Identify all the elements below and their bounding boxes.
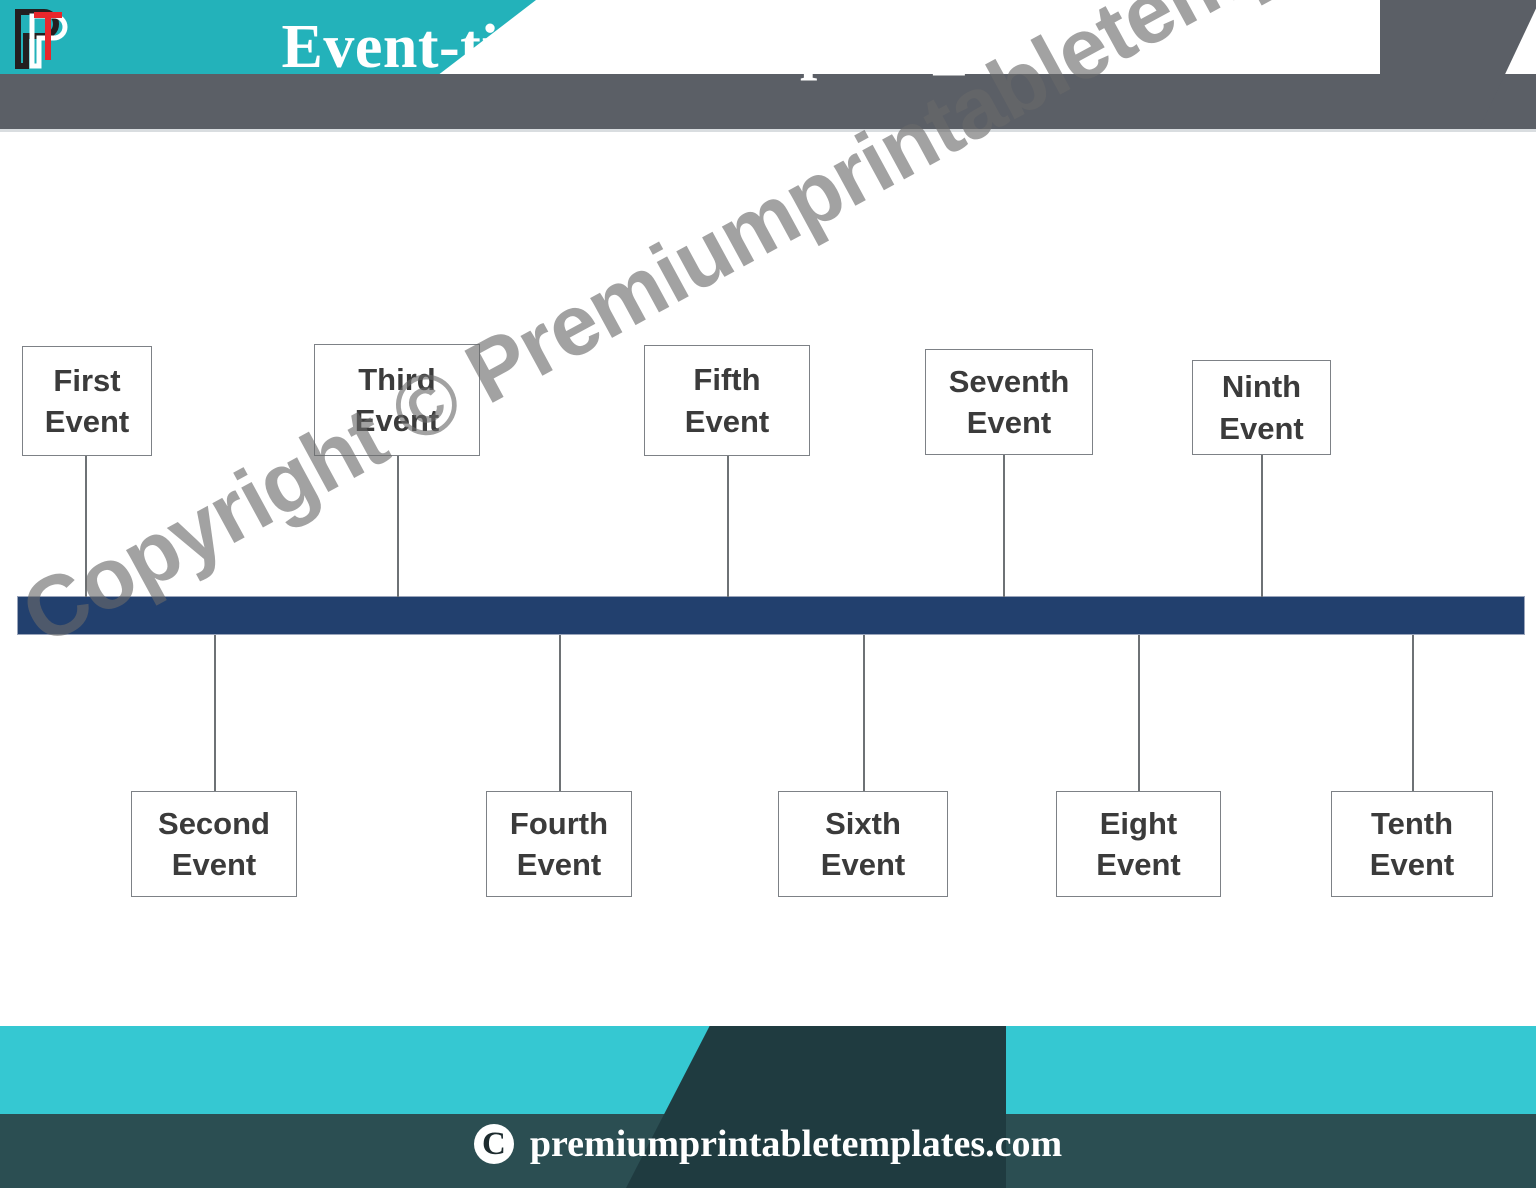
event-box[interactable]: Tenth Event (1331, 791, 1493, 897)
event-box-line1: First (53, 362, 121, 398)
event-box-line1: Tenth (1370, 805, 1454, 841)
event-box[interactable]: Third Event (314, 344, 480, 456)
event-connector-line (1138, 635, 1140, 791)
event-box-line2: Event (44, 404, 130, 439)
event-box-line2: Event (354, 403, 440, 438)
event-box-line1: Second (158, 805, 270, 841)
event-box-line2: Event (1219, 410, 1304, 446)
event-box[interactable]: Seventh Event (925, 349, 1093, 455)
event-box[interactable]: First Event (22, 346, 152, 456)
event-connector-line (1003, 455, 1005, 597)
event-box[interactable]: Fifth Event (644, 345, 810, 456)
timeline-bar (17, 596, 1525, 635)
premium-printable-templates-logo-icon (12, 8, 74, 70)
event-connector-line (85, 456, 87, 597)
page-header: Event-timeline-template_Word (0, 0, 1536, 160)
event-box[interactable]: Second Event (131, 791, 297, 897)
copyright-icon: C (473, 1124, 514, 1164)
event-box-line1: Eight (1099, 805, 1178, 841)
event-connector-line (214, 635, 216, 791)
event-box-line1: Sixth (825, 805, 901, 841)
event-box-line2: Event (684, 403, 770, 439)
event-box-line2: Event (820, 847, 906, 882)
event-box[interactable]: Sixth Event (778, 791, 948, 897)
event-box-line2: Event (171, 847, 257, 882)
footer-credit: C premiumprintabletemplates.com (0, 1122, 1536, 1166)
footer-website-url[interactable]: premiumprintabletemplates.com (530, 1122, 1062, 1166)
event-connector-line (863, 635, 865, 791)
page-title: Event-timeline-template_Word (281, 13, 1119, 81)
event-box-line1: Seventh (948, 363, 1070, 399)
event-connector-line (1261, 455, 1263, 597)
event-connector-line (559, 635, 561, 791)
watermark-overlay: Copyright © Premiumprintabletemplates.co… (0, 0, 1536, 1188)
event-box-line1: Fourth (509, 805, 609, 841)
event-box-line1: Ninth (1221, 369, 1302, 405)
event-connector-line (397, 456, 399, 597)
event-connector-line (727, 456, 729, 597)
event-box-line2: Event (1096, 847, 1181, 882)
event-box[interactable]: Ninth Event (1192, 360, 1331, 455)
header-divider-line (0, 129, 1536, 132)
event-box-line2: Event (516, 847, 602, 882)
event-box-line2: Event (1369, 847, 1455, 882)
event-box-line1: Third (358, 361, 436, 397)
event-box-line1: Fifth (693, 362, 761, 398)
event-box-line2: Event (966, 405, 1052, 440)
event-box[interactable]: Eight Event (1056, 791, 1221, 897)
event-connector-line (1412, 635, 1414, 791)
event-box[interactable]: Fourth Event (486, 791, 632, 897)
page-canvas: Event-timeline-template_Word First Event T… (0, 0, 1536, 1188)
